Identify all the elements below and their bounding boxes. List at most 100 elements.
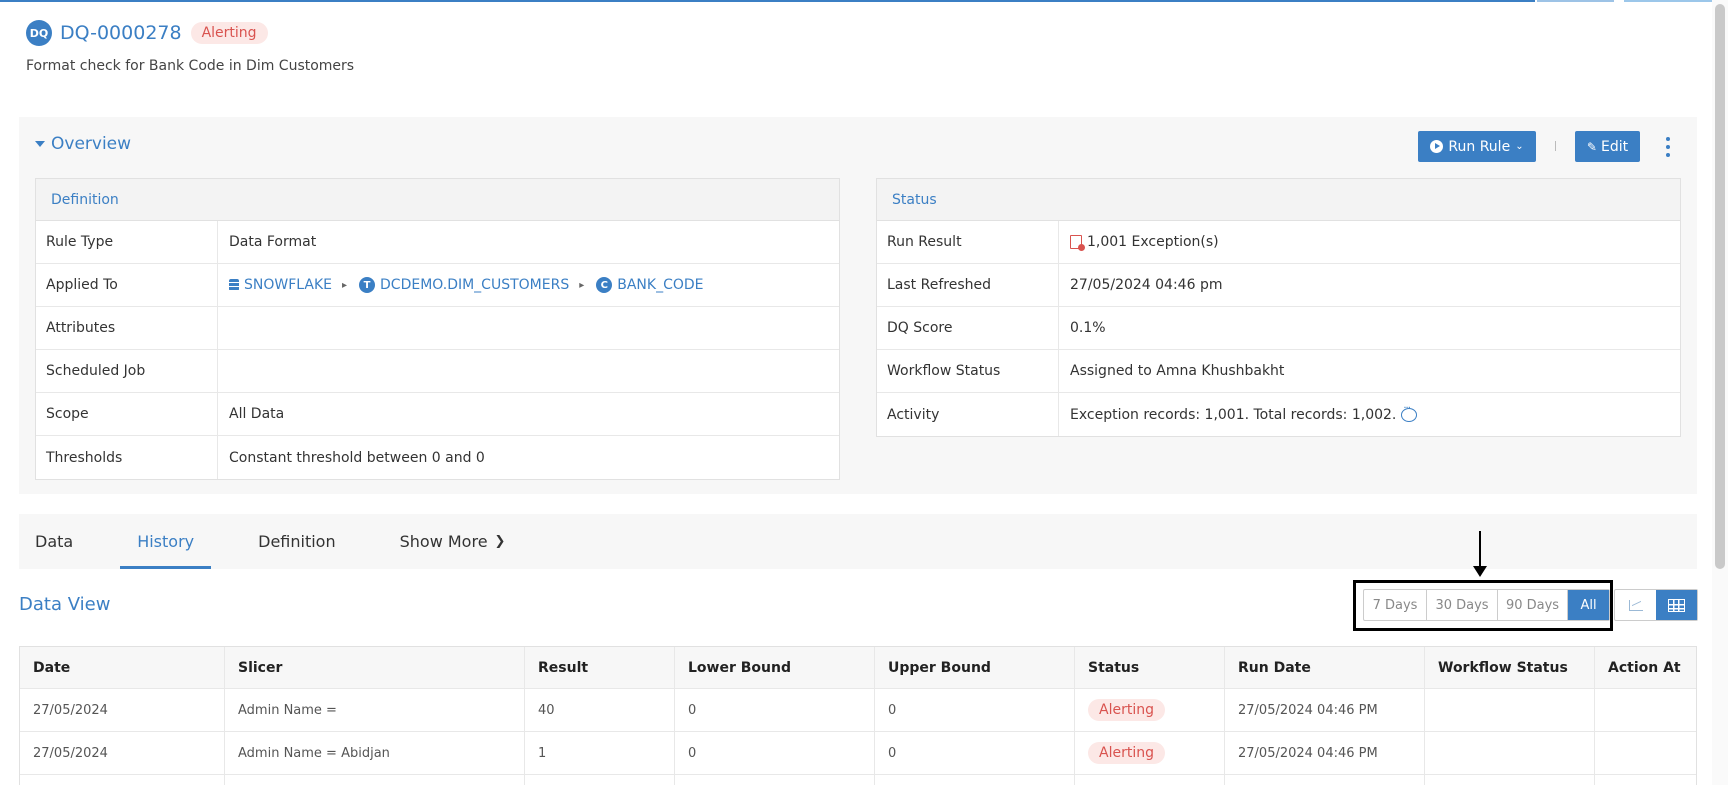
col-result[interactable]: Result <box>525 647 675 688</box>
scope-value: All Data <box>229 406 285 422</box>
cell-slicer: Admin Name = Abidjan <box>225 732 525 774</box>
cell-workflow-status <box>1425 689 1595 731</box>
exception-file-icon <box>1070 235 1085 251</box>
range-7-days-button[interactable]: 7 Days <box>1364 590 1427 620</box>
page-header: DQ DQ-0000278 Alerting Format check for … <box>26 20 354 74</box>
applied-to-breadcrumb: SNOWFLAKE ▸ T DCDEMO.DIM_CUSTOMERS ▸ C B… <box>218 277 704 293</box>
page-scrollbar[interactable] <box>1712 0 1728 785</box>
database-link[interactable]: SNOWFLAKE <box>244 277 332 293</box>
applied-to-row: Applied To SNOWFLAKE ▸ T DCDEMO.DIM_CUST… <box>36 264 839 307</box>
thresholds-value: Constant threshold between 0 and 0 <box>229 449 485 466</box>
chevron-down-icon: ⌄ <box>1515 141 1524 152</box>
col-run-date[interactable]: Run Date <box>1225 647 1425 688</box>
page-title: DQ-0000278 <box>60 22 182 44</box>
column-link[interactable]: BANK_CODE <box>617 277 703 293</box>
tab-bar: Data History Definition Show More ❯ <box>19 514 1697 569</box>
col-lower-bound[interactable]: Lower Bound <box>675 647 875 688</box>
table-grid-icon <box>1668 598 1685 612</box>
scheduled-job-label: Scheduled Job <box>36 350 218 392</box>
col-date[interactable]: Date <box>20 647 225 688</box>
table-view-button[interactable] <box>1656 590 1697 620</box>
scope-row: Scope All Data <box>36 393 839 436</box>
status-title: Status <box>877 179 1680 221</box>
edit-label: Edit <box>1600 138 1629 155</box>
workflow-status-value: Assigned to Amna Khushbakht <box>1070 363 1285 379</box>
table-row[interactable]: 27/05/2024 Admin Name = Abidjan 1 0 0 Al… <box>20 732 1696 775</box>
col-action-at[interactable]: Action At <box>1595 647 1696 688</box>
run-rule-button[interactable]: Run Rule ⌄ <box>1418 131 1536 162</box>
dq-score-label: DQ Score <box>877 307 1059 349</box>
workflow-status-label: Workflow Status <box>877 350 1059 392</box>
play-icon <box>1430 140 1444 153</box>
cell-lower-bound <box>675 775 875 785</box>
activity-label: Activity <box>877 393 1059 436</box>
tab-definition-label: Definition <box>258 532 336 551</box>
tab-show-more[interactable]: Show More ❯ <box>383 514 523 569</box>
activity-value: Exception records: 1,001. Total records:… <box>1059 403 1418 423</box>
rule-type-label: Rule Type <box>36 221 218 263</box>
table-icon: T <box>359 277 376 293</box>
col-workflow-status[interactable]: Workflow Status <box>1425 647 1595 688</box>
top-progress-bar <box>0 0 1535 2</box>
cell-workflow-status <box>1425 732 1595 774</box>
cell-status: Alerting <box>1075 732 1225 774</box>
col-status[interactable]: Status <box>1075 647 1225 688</box>
last-refreshed-value: 27/05/2024 04:46 pm <box>1070 277 1223 293</box>
more-options-icon[interactable] <box>1665 137 1671 157</box>
tab-definition[interactable]: Definition <box>241 514 352 569</box>
cell-date <box>20 775 225 785</box>
definition-card: Definition Rule Type Data Format Applied… <box>35 178 840 480</box>
cell-run-date: 27/05/2024 04:46 PM <box>1225 732 1425 774</box>
last-refreshed-label: Last Refreshed <box>877 264 1059 306</box>
status-badge: Alerting <box>190 22 268 44</box>
chart-view-button[interactable] <box>1615 590 1656 620</box>
cell-run-date: 27/05/2024 04:46 PM <box>1225 689 1425 731</box>
column-icon: C <box>596 277 613 293</box>
status-badge: Alerting <box>1088 742 1165 764</box>
range-30-days-button[interactable]: 30 Days <box>1427 590 1498 620</box>
view-toggle <box>1614 589 1698 621</box>
thresholds-label: Thresholds <box>36 436 218 479</box>
tab-data[interactable]: Data <box>19 514 90 569</box>
run-result-row: Run Result 1,001 Exception(s) <box>877 221 1680 264</box>
cell-result: 40 <box>525 689 675 731</box>
toolbar-divider <box>1555 141 1556 151</box>
range-all-button[interactable]: All <box>1568 590 1609 620</box>
rule-type-value: Data Format <box>229 234 317 250</box>
range-90-days-button[interactable]: 90 Days <box>1498 590 1568 620</box>
dq-avatar-icon: DQ <box>26 20 52 46</box>
col-upper-bound[interactable]: Upper Bound <box>875 647 1075 688</box>
cell-run-date <box>1225 775 1425 785</box>
table-header-row: Date Slicer Result Lower Bound Upper Bou… <box>20 647 1696 689</box>
cell-action-at <box>1595 732 1696 774</box>
cell-result <box>525 775 675 785</box>
cell-action-at <box>1595 689 1696 731</box>
run-result-value: 1,001 Exception(s) <box>1059 234 1219 251</box>
applied-to-label: Applied To <box>36 264 218 306</box>
cell-upper-bound <box>875 775 1075 785</box>
database-icon <box>229 279 239 291</box>
tab-data-label: Data <box>35 532 74 551</box>
edit-button[interactable]: ✎ Edit <box>1575 131 1640 162</box>
table-row[interactable]: 27/05/2024 Admin Name = 40 0 0 Alerting … <box>20 689 1696 732</box>
thresholds-row: Thresholds Constant threshold between 0 … <box>36 436 839 479</box>
table-row[interactable] <box>20 775 1696 785</box>
last-refreshed-row: Last Refreshed 27/05/2024 04:46 pm <box>877 264 1680 307</box>
scrollbar-thumb[interactable] <box>1715 4 1725 569</box>
scope-label: Scope <box>36 393 218 435</box>
cell-status <box>1075 775 1225 785</box>
tab-history[interactable]: History <box>120 514 212 569</box>
col-slicer[interactable]: Slicer <box>225 647 525 688</box>
cell-date: 27/05/2024 <box>20 732 225 774</box>
cell-slicer <box>225 775 525 785</box>
table-link[interactable]: DCDEMO.DIM_CUSTOMERS <box>380 277 569 293</box>
workflow-status-row: Workflow Status Assigned to Amna Khushba… <box>877 350 1680 393</box>
attributes-label: Attributes <box>36 307 218 349</box>
history-table: Date Slicer Result Lower Bound Upper Bou… <box>19 646 1697 785</box>
cell-lower-bound: 0 <box>675 732 875 774</box>
cell-upper-bound: 0 <box>875 732 1075 774</box>
overview-toggle[interactable]: Overview <box>35 134 131 154</box>
chevron-right-icon: ▸ <box>579 279 585 291</box>
overview-title: Overview <box>51 134 132 154</box>
comment-icon[interactable] <box>1401 403 1418 422</box>
